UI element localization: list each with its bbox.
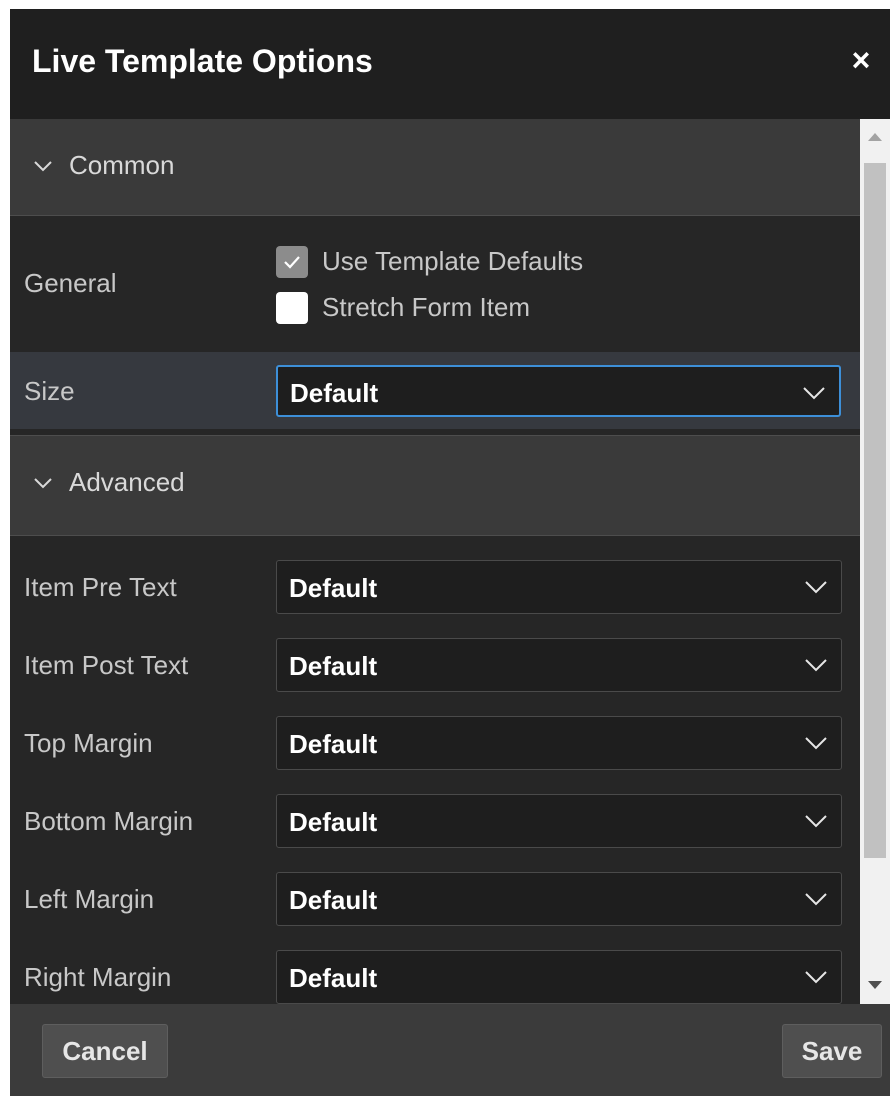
close-icon[interactable]: × <box>846 43 876 77</box>
left-margin-row: Left Margin Default <box>10 872 860 926</box>
section-common-header[interactable]: Common <box>10 119 860 216</box>
top-margin-row: Top Margin Default <box>10 716 860 770</box>
left-margin-label: Left Margin <box>24 884 155 914</box>
bottom-margin-select-value: Default <box>289 807 378 837</box>
bottom-margin-row: Bottom Margin Default <box>10 794 860 848</box>
top-margin-select[interactable]: Default <box>276 716 842 770</box>
size-select[interactable]: Default <box>276 365 841 417</box>
item-post-text-select[interactable]: Default <box>276 638 842 692</box>
live-template-options-dialog: Live Template Options × Common General U… <box>10 9 890 1096</box>
item-pre-text-label: Item Pre Text <box>24 572 177 602</box>
chevron-down-icon <box>34 478 52 489</box>
left-margin-select-value: Default <box>289 885 378 915</box>
chevron-down-icon <box>805 581 827 594</box>
chevron-down-icon <box>805 659 827 672</box>
right-margin-row: Right Margin Default <box>10 950 860 1004</box>
section-advanced-header[interactable]: Advanced <box>10 436 860 536</box>
checkmark-icon <box>284 256 300 269</box>
stretch-form-item-label[interactable]: Stretch Form Item <box>322 292 530 323</box>
item-post-text-label: Item Post Text <box>24 650 189 680</box>
left-margin-select[interactable]: Default <box>276 872 842 926</box>
scroll-down-arrow-icon[interactable] <box>868 981 882 989</box>
general-row: General Use Template Defaults Stretch Fo… <box>10 216 860 342</box>
size-row: Size Default <box>10 352 860 429</box>
right-margin-label: Right Margin <box>24 962 172 992</box>
item-pre-text-row: Item Pre Text Default <box>10 560 860 614</box>
size-label: Size <box>24 376 75 406</box>
item-post-text-select-value: Default <box>289 651 378 681</box>
chevron-down-icon <box>805 971 827 984</box>
chevron-down-icon <box>805 737 827 750</box>
dialog-titlebar: Live Template Options × <box>10 9 890 119</box>
chevron-down-icon <box>34 161 52 172</box>
use-template-defaults-checkbox[interactable] <box>276 246 308 278</box>
chevron-down-icon <box>805 815 827 828</box>
use-template-defaults-label[interactable]: Use Template Defaults <box>322 246 583 277</box>
chevron-down-icon <box>805 893 827 906</box>
bottom-margin-label: Bottom Margin <box>24 806 194 836</box>
cancel-button[interactable]: Cancel <box>42 1024 168 1078</box>
dialog-title: Live Template Options <box>32 43 373 79</box>
right-margin-select-value: Default <box>289 963 378 993</box>
save-button[interactable]: Save <box>782 1024 882 1078</box>
section-common-label: Common <box>69 150 175 180</box>
scroll-thumb[interactable] <box>864 163 886 858</box>
scroll-up-arrow-icon[interactable] <box>868 133 882 141</box>
dialog-footer: Cancel Save <box>10 1004 890 1096</box>
item-post-text-row: Item Post Text Default <box>10 638 860 692</box>
item-pre-text-select[interactable]: Default <box>276 560 842 614</box>
item-pre-text-select-value: Default <box>289 573 378 603</box>
chevron-down-icon <box>803 387 825 400</box>
top-margin-select-value: Default <box>289 729 378 759</box>
dialog-body: Common General Use Template Defaults Str… <box>10 119 860 1004</box>
size-select-value: Default <box>290 378 379 408</box>
right-margin-select[interactable]: Default <box>276 950 842 1004</box>
vertical-scrollbar[interactable] <box>860 119 890 1004</box>
general-label: General <box>24 268 117 298</box>
section-advanced-label: Advanced <box>69 467 185 497</box>
bottom-margin-select[interactable]: Default <box>276 794 842 848</box>
stretch-form-item-checkbox[interactable] <box>276 292 308 324</box>
top-margin-label: Top Margin <box>24 728 153 758</box>
